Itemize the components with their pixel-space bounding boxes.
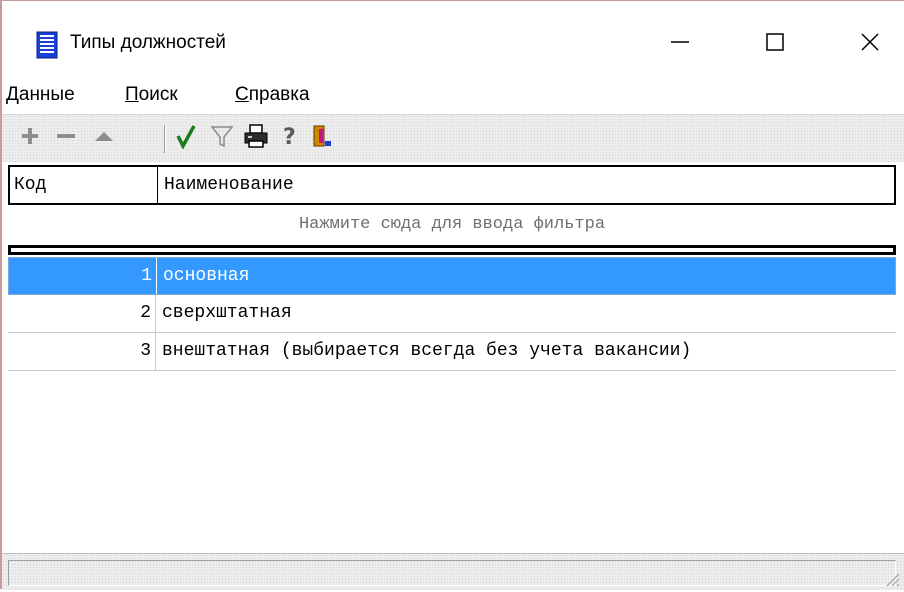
remove-icon [55,126,77,151]
checkmark-icon [175,123,197,154]
maximize-icon [764,31,786,58]
cell-name: основная [163,266,250,286]
cell-code: 2 [8,295,156,332]
grid-header: Код Наименование [8,165,896,205]
filter-button[interactable] [208,123,236,153]
cell-code: 1 [9,258,157,294]
menu-bar: Данные Поиск Справка [2,77,904,114]
filter-input[interactable] [8,245,896,255]
title-bar[interactable]: Типы должностей [2,1,904,77]
svg-text:?: ? [283,125,296,149]
minimize-button[interactable] [655,21,705,67]
column-header-code[interactable]: Код [10,167,158,203]
printer-icon [243,123,269,154]
move-up-icon [93,126,115,151]
document-list-icon [36,31,58,59]
data-grid: Код Наименование Нажмите сюда для ввода … [8,165,896,553]
status-bar [2,553,904,590]
cell-name: внештатная (выбирается всегда без учета … [162,341,692,361]
apply-button[interactable] [172,123,200,153]
filter-prompt[interactable]: Нажмите сюда для ввода фильтра [8,205,896,245]
cell-code: 3 [8,333,156,370]
toolbar-separator [164,125,166,153]
maximize-button[interactable] [750,21,800,67]
menu-search[interactable]: Поиск [125,84,178,106]
exit-icon [310,123,334,154]
status-panel [8,560,896,586]
toolbar: ? [2,114,904,162]
help-button[interactable]: ? [276,123,304,153]
column-header-name[interactable]: Наименование [158,167,894,203]
exit-button[interactable] [308,123,336,153]
table-row[interactable]: 1 основная [8,257,896,295]
table-row[interactable]: 3 внештатная (выбирается всегда без учет… [8,333,896,371]
add-button[interactable] [16,123,44,153]
menu-help[interactable]: Справка [235,84,310,106]
remove-button[interactable] [52,123,80,153]
app-window: Типы должностей Данные Поиск Справка ? К… [0,0,904,590]
cell-name: сверхштатная [162,303,292,323]
add-icon [20,126,40,151]
table-row[interactable]: 2 сверхштатная [8,295,896,333]
move-up-button[interactable] [90,123,118,153]
print-button[interactable] [242,123,270,153]
filter-icon [210,124,234,153]
close-icon [859,31,881,58]
menu-data[interactable]: Данные [6,84,75,106]
resize-grip-icon[interactable] [882,569,900,587]
window-title: Типы должностей [70,32,226,53]
grid-rows: 1 основная 2 сверхштатная 3 внештатная (… [8,257,896,371]
minimize-icon [669,31,691,58]
help-icon: ? [280,123,300,154]
close-button[interactable] [845,21,895,67]
